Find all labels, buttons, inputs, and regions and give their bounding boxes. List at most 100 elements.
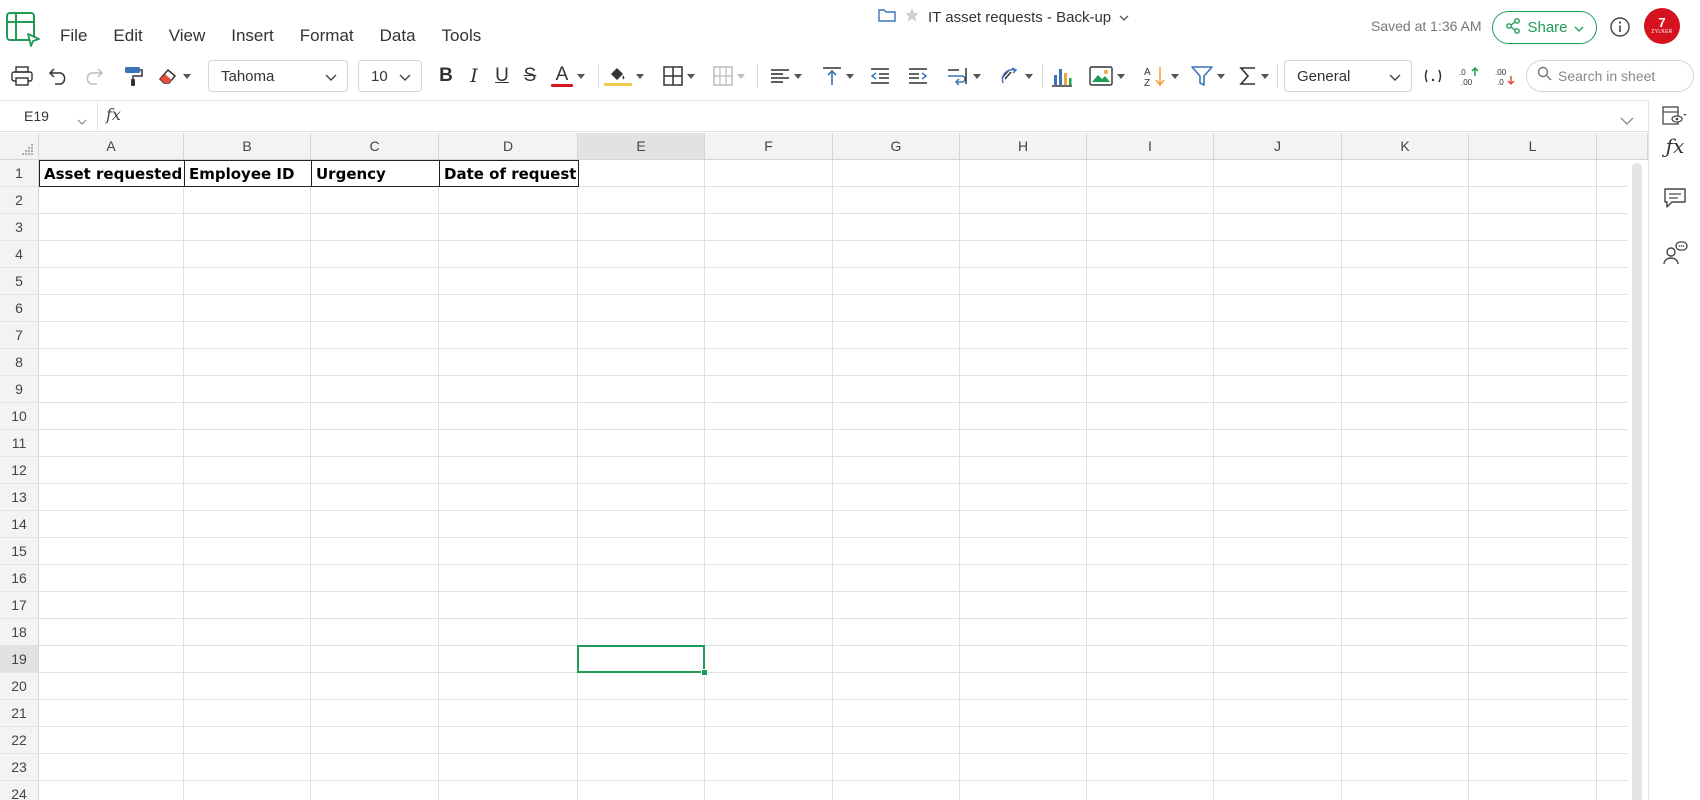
menu-insert[interactable]: Insert: [227, 24, 286, 48]
column-header-k[interactable]: K: [1342, 133, 1469, 160]
column-header-b[interactable]: B: [184, 133, 311, 160]
bold-button[interactable]: B: [436, 56, 456, 96]
text-rotation-icon[interactable]: [996, 56, 1036, 96]
row-header-23[interactable]: 23: [0, 754, 39, 781]
collaborators-chat-icon[interactable]: [1649, 240, 1700, 266]
cell-a1[interactable]: Asset requested: [39, 160, 185, 187]
merge-cells-icon[interactable]: [708, 56, 750, 96]
select-all-corner[interactable]: [0, 133, 39, 160]
vertical-align-icon[interactable]: [818, 56, 858, 96]
column-header-a[interactable]: A: [39, 133, 184, 160]
active-cell-selection[interactable]: [577, 645, 705, 673]
chart-icon[interactable]: [1050, 56, 1074, 96]
row-header-5[interactable]: 5: [0, 268, 39, 295]
sum-icon[interactable]: [1234, 56, 1274, 96]
horizontal-align-icon[interactable]: [766, 56, 806, 96]
row-header-15[interactable]: 15: [0, 538, 39, 565]
info-icon[interactable]: [1609, 16, 1631, 38]
row-header-19[interactable]: 19: [0, 646, 39, 673]
sheet-view-options-icon[interactable]: [1649, 106, 1700, 126]
wrap-text-icon[interactable]: [944, 56, 984, 96]
increase-indent-icon[interactable]: [906, 56, 930, 96]
row-header-21[interactable]: 21: [0, 700, 39, 727]
comments-icon[interactable]: [1649, 188, 1700, 208]
row-header-7[interactable]: 7: [0, 322, 39, 349]
number-format-toggle-icon[interactable]: [1420, 56, 1446, 96]
menu-view[interactable]: View: [165, 24, 218, 48]
font-size-select[interactable]: 10: [358, 60, 422, 92]
column-header-j[interactable]: J: [1214, 133, 1342, 160]
increase-decimal-icon[interactable]: .0.00: [1456, 56, 1482, 96]
undo-icon[interactable]: [46, 56, 70, 96]
cell-b1[interactable]: Employee ID: [184, 160, 312, 187]
name-box[interactable]: E19: [0, 101, 98, 131]
clear-format-icon[interactable]: [156, 56, 192, 96]
menu-format[interactable]: Format: [296, 24, 366, 48]
column-header-i[interactable]: I: [1087, 133, 1214, 160]
row-header-9[interactable]: 9: [0, 376, 39, 403]
font-family-select[interactable]: Tahoma: [208, 60, 348, 92]
row-header-16[interactable]: 16: [0, 565, 39, 592]
column-header-c[interactable]: C: [311, 133, 439, 160]
row-header-18[interactable]: 18: [0, 619, 39, 646]
format-painter-icon[interactable]: [120, 56, 146, 96]
share-button[interactable]: Share: [1492, 11, 1597, 44]
row-header-12[interactable]: 12: [0, 457, 39, 484]
print-icon[interactable]: [10, 56, 34, 96]
column-header-d[interactable]: D: [439, 133, 578, 160]
number-format-select[interactable]: General: [1284, 60, 1412, 92]
row-header-1[interactable]: 1: [0, 160, 39, 187]
functions-panel-icon[interactable]: ƒx: [1649, 134, 1700, 158]
cell-c1[interactable]: Urgency: [311, 160, 440, 187]
row-header-4[interactable]: 4: [0, 241, 39, 268]
row-header-11[interactable]: 11: [0, 430, 39, 457]
column-header-e[interactable]: E: [578, 133, 705, 160]
menu-data[interactable]: Data: [376, 24, 428, 48]
row-header-10[interactable]: 10: [0, 403, 39, 430]
column-header-g[interactable]: G: [833, 133, 960, 160]
strikethrough-button[interactable]: S: [520, 56, 540, 96]
formula-input[interactable]: [132, 101, 1602, 131]
avatar[interactable]: 7 ZYLKER: [1644, 8, 1680, 44]
italic-button[interactable]: I: [464, 56, 484, 96]
search-sheet-box[interactable]: [1526, 60, 1694, 92]
fill-color-button[interactable]: [604, 56, 644, 96]
sort-icon[interactable]: AZ: [1140, 56, 1182, 96]
chevron-down-icon[interactable]: [1119, 8, 1129, 26]
redo-icon[interactable]: [82, 56, 106, 96]
column-header-f[interactable]: F: [705, 133, 833, 160]
row-header-22[interactable]: 22: [0, 727, 39, 754]
search-input[interactable]: [1558, 68, 1688, 84]
column-header-l[interactable]: L: [1469, 133, 1597, 160]
row-header-3[interactable]: 3: [0, 214, 39, 241]
row-header-8[interactable]: 8: [0, 349, 39, 376]
sheet-grid[interactable]: A B C D E F G H I J K L 1 2 3 4 5 6 7 8 9 10 11 12 13 14 15 16 17 18 1…: [0, 133, 1648, 800]
row-header-17[interactable]: 17: [0, 592, 39, 619]
cell-d1[interactable]: Date of request: [439, 160, 579, 187]
row-header-20[interactable]: 20: [0, 673, 39, 700]
decrease-decimal-icon[interactable]: .00.0: [1492, 56, 1518, 96]
fill-handle[interactable]: [701, 669, 708, 676]
expand-formula-bar-icon[interactable]: [1620, 112, 1634, 130]
insert-image-icon[interactable]: [1086, 56, 1128, 96]
row-header-6[interactable]: 6: [0, 295, 39, 322]
decrease-indent-icon[interactable]: [868, 56, 892, 96]
menu-file[interactable]: File: [56, 24, 99, 48]
star-icon[interactable]: [904, 7, 920, 28]
borders-icon[interactable]: [658, 56, 700, 96]
font-color-button[interactable]: A: [548, 56, 588, 96]
function-icon[interactable]: fx: [106, 105, 121, 124]
document-title[interactable]: IT asset requests - Back-up: [928, 9, 1111, 26]
row-header-13[interactable]: 13: [0, 484, 39, 511]
row-header-14[interactable]: 14: [0, 511, 39, 538]
menu-edit[interactable]: Edit: [109, 24, 154, 48]
filter-icon[interactable]: [1188, 56, 1228, 96]
row-header-2[interactable]: 2: [0, 187, 39, 214]
vertical-scrollbar[interactable]: [1632, 163, 1642, 800]
column-header-h[interactable]: H: [960, 133, 1087, 160]
underline-button[interactable]: U: [492, 56, 512, 96]
folder-icon[interactable]: [878, 8, 896, 27]
zoho-sheet-logo-icon[interactable]: [4, 10, 42, 48]
menu-tools[interactable]: Tools: [438, 24, 494, 48]
row-header-24[interactable]: 24: [0, 781, 39, 800]
